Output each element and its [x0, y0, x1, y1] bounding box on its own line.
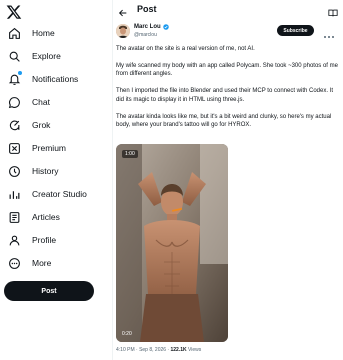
more-options-icon[interactable]: [323, 27, 335, 38]
history-icon: [7, 164, 21, 178]
chat-icon: [7, 95, 21, 109]
post-video[interactable]: 1:00 0:20: [116, 144, 228, 342]
post-paragraph: The avatar on the site is a real version…: [116, 46, 255, 52]
sidebar-item-label: Home: [32, 28, 55, 38]
articles-icon: [7, 210, 21, 224]
sidebar-item-label: Premium: [32, 143, 67, 153]
bell-icon: [7, 70, 23, 86]
post-detail: Post Marc Lou @marclou Subscribe The ava…: [112, 0, 343, 360]
more-icon: [7, 256, 21, 270]
sidebar-item-profile[interactable]: Profile: [7, 232, 56, 248]
back-arrow-icon[interactable]: [118, 5, 128, 17]
video-frame: [116, 144, 228, 342]
sidebar-item-label: Profile: [32, 235, 57, 245]
notification-badge: [17, 70, 23, 76]
sidebar-item-label: History: [32, 166, 59, 176]
post-meta: 4:10 PM · Sep 8, 2026 · 122.1K Views: [116, 347, 201, 353]
creator-studio-icon: [7, 187, 21, 201]
subscribe-button[interactable]: Subscribe: [277, 25, 314, 36]
sidebar-item-more[interactable]: More: [7, 255, 51, 271]
post-paragraph: Then I imported the file into Blender an…: [116, 88, 334, 103]
sidebar-item-label: Explore: [32, 51, 61, 61]
author-name-text: Marc Lou: [134, 24, 161, 30]
post-paragraph: My wife scanned my body with an app call…: [116, 63, 338, 78]
post-header: Post: [113, 0, 343, 20]
view-count: 122.1K: [170, 347, 187, 353]
video-duration-badge: 1:00: [122, 150, 138, 158]
sidebar-item-explore[interactable]: Explore: [7, 48, 61, 64]
post-timestamp[interactable]: 4:10 PM · Sep 8, 2026 ·: [116, 347, 170, 353]
grok-icon: [7, 118, 21, 132]
profile-icon: [7, 233, 21, 247]
author-handle[interactable]: @marclou: [134, 32, 157, 38]
sidebar-item-chat[interactable]: Chat: [7, 94, 50, 110]
sidebar-item-history[interactable]: History: [7, 163, 58, 179]
sidebar-item-label: Chat: [32, 97, 50, 107]
avatar[interactable]: [116, 24, 130, 38]
reader-mode-icon[interactable]: [328, 5, 338, 17]
verified-badge-icon: [162, 24, 169, 30]
sidebar-item-creator-studio[interactable]: Creator Studio: [7, 186, 87, 202]
post-paragraph: The avatar kinda looks like me, but it's…: [116, 113, 332, 129]
page-title: Post: [137, 4, 157, 14]
author-name[interactable]: Marc Lou: [134, 24, 169, 30]
x-logo-icon[interactable]: [6, 4, 22, 20]
sidebar-item-premium[interactable]: Premium: [7, 140, 66, 156]
sidebar-item-articles[interactable]: Articles: [7, 209, 60, 225]
x-premium-icon: [7, 141, 21, 155]
post-text: The avatar on the site is a real version…: [116, 45, 338, 138]
sidebar-item-label: Grok: [32, 120, 51, 130]
post-author: Marc Lou @marclou Subscribe: [113, 22, 343, 42]
sidebar-item-label: Notifications: [32, 74, 79, 84]
sidebar-nav: Home Explore Notifications Chat Grok Pre…: [0, 0, 112, 360]
sidebar-item-label: Creator Studio: [32, 189, 87, 199]
sidebar-item-home[interactable]: Home: [7, 25, 55, 41]
view-label: Views: [186, 347, 202, 353]
home-icon: [7, 26, 21, 40]
search-icon: [7, 49, 21, 63]
sidebar-item-notifications[interactable]: Notifications: [7, 70, 79, 87]
sidebar-item-label: More: [32, 258, 52, 268]
sidebar-item-grok[interactable]: Grok: [7, 117, 50, 133]
video-timestamp: 0:20: [122, 331, 132, 337]
sidebar-item-label: Articles: [32, 212, 60, 222]
post-button[interactable]: Post: [4, 281, 94, 301]
